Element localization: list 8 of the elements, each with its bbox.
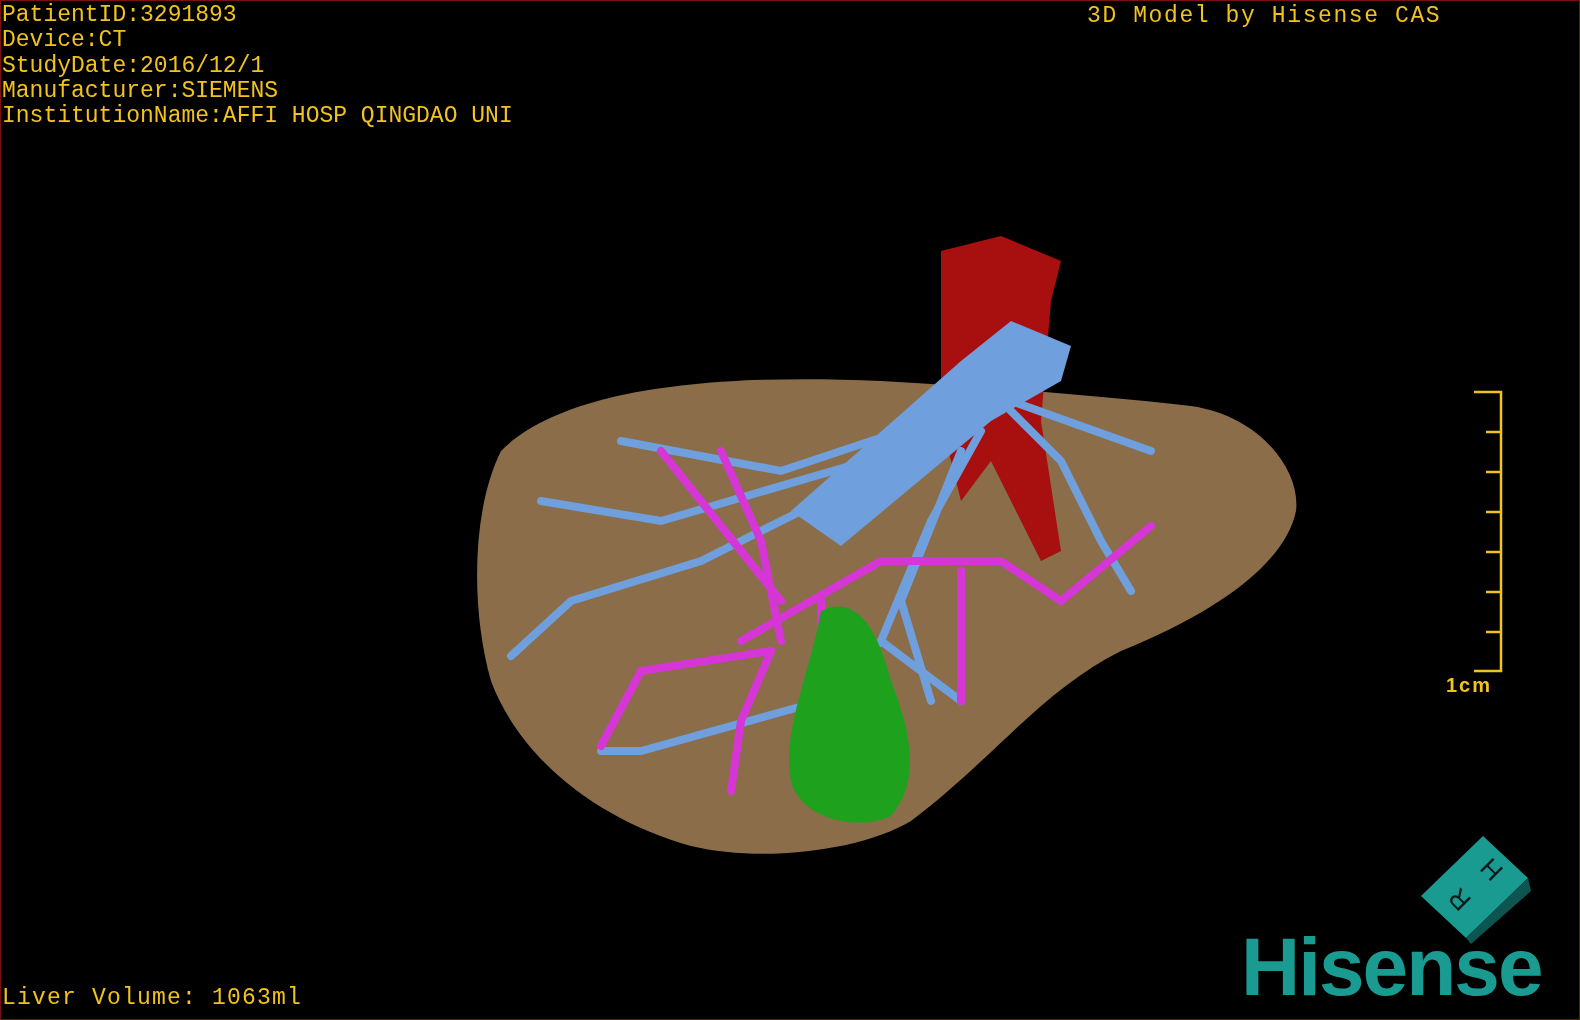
info-line: PatientID:3291893 (2, 3, 237, 28)
info-line: Device:CT (2, 28, 127, 54)
scale-label: 1cm (1446, 673, 1493, 698)
info-line: StudyDate:2016/12/1 (2, 53, 265, 79)
info-line: Manufacturer:SIEMENS (2, 78, 279, 104)
volume-readout: Liver Volume: 1063ml (2, 986, 303, 1012)
viewer-title: 3D Model by Hisense CAS (1087, 4, 1442, 30)
info-line: InstitutionName:AFFI HOSP QINGDAO UNI (2, 104, 513, 130)
